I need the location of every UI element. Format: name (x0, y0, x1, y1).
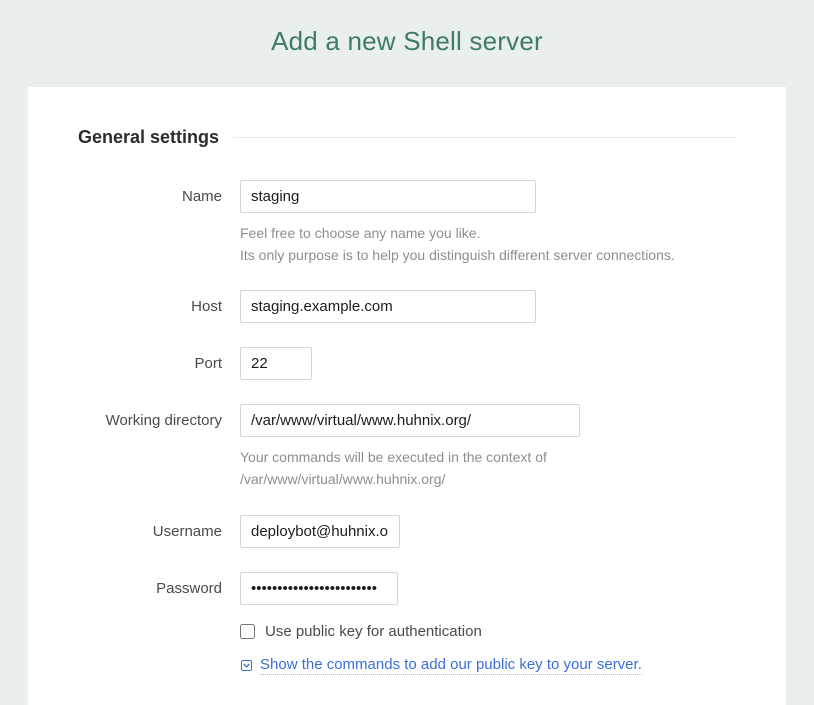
port-input[interactable] (240, 347, 312, 380)
row-username: Username (78, 515, 736, 548)
section-rule (233, 137, 736, 138)
name-hint: Feel free to choose any name you like. I… (240, 223, 736, 266)
username-input[interactable] (240, 515, 400, 548)
password-label: Password (78, 572, 240, 597)
settings-card: General settings Name Feel free to choos… (28, 87, 786, 705)
workdir-input[interactable] (240, 404, 580, 437)
row-workdir: Working directory Your commands will be … (78, 404, 736, 490)
workdir-hint: Your commands will be executed in the co… (240, 447, 736, 490)
host-input[interactable] (240, 290, 536, 323)
page-title: Add a new Shell server (0, 0, 814, 87)
pubkey-checkbox[interactable] (240, 624, 255, 639)
section-header: General settings (78, 127, 736, 148)
section-title: General settings (78, 127, 219, 148)
port-label: Port (78, 347, 240, 372)
name-hint-line1: Feel free to choose any name you like. (240, 225, 480, 241)
host-label: Host (78, 290, 240, 315)
row-password: Password Use public key for authenticati… (78, 572, 736, 675)
row-name: Name Feel free to choose any name you li… (78, 180, 736, 266)
pubkey-checkbox-label: Use public key for authentication (265, 623, 482, 640)
name-input[interactable] (240, 180, 536, 213)
name-label: Name (78, 180, 240, 205)
workdir-label: Working directory (78, 404, 240, 429)
pubkey-checkbox-row: Use public key for authentication (240, 623, 736, 640)
password-input[interactable] (240, 572, 398, 605)
username-label: Username (78, 515, 240, 540)
row-host: Host (78, 290, 736, 323)
show-commands-link[interactable]: Show the commands to add our public key … (260, 656, 642, 675)
show-commands-row: Show the commands to add our public key … (240, 656, 736, 675)
row-port: Port (78, 347, 736, 380)
name-hint-line2: Its only purpose is to help you distingu… (240, 247, 675, 263)
chevron-down-icon (240, 659, 252, 671)
